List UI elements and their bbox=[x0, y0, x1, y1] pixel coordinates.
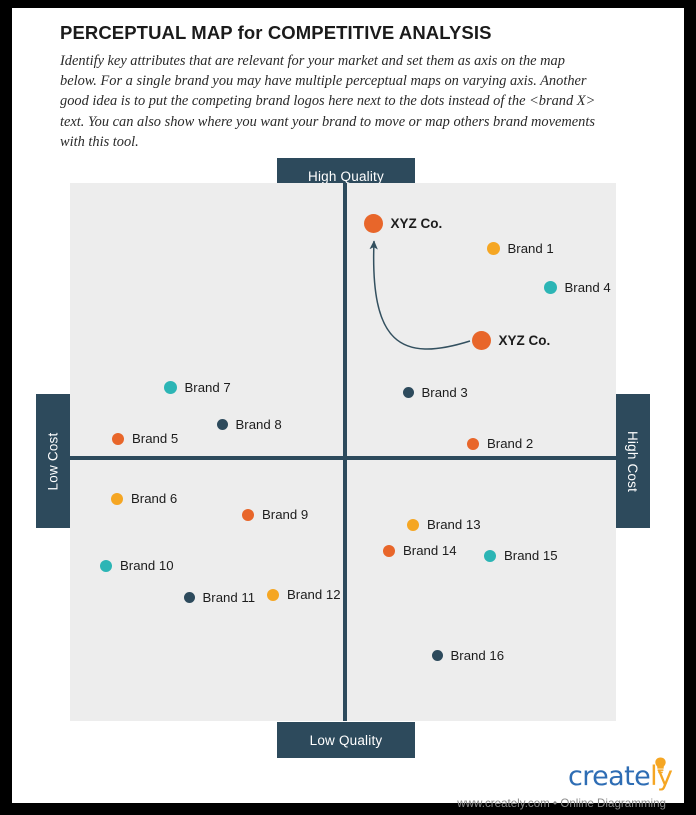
data-point-marker bbox=[163, 380, 177, 394]
axis-label-low-quality: Low Quality bbox=[277, 722, 415, 758]
data-point[interactable]: Brand 9 bbox=[242, 507, 308, 522]
data-point-marker bbox=[100, 559, 112, 572]
axis-label-high-cost-text: High Cost bbox=[625, 430, 641, 492]
data-point-label: Brand 6 bbox=[131, 491, 178, 506]
data-point-marker bbox=[242, 508, 254, 521]
axis-label-low-cost-text: Low Cost bbox=[45, 432, 61, 490]
data-point-marker bbox=[431, 649, 443, 661]
header: PERCEPTUAL MAP for COMPETITIVE ANALYSIS … bbox=[60, 22, 646, 152]
page-title: PERCEPTUAL MAP for COMPETITIVE ANALYSIS bbox=[60, 22, 492, 43]
data-point[interactable]: Brand 15 bbox=[484, 548, 558, 563]
data-point-marker bbox=[407, 518, 419, 531]
axis-label-low-cost: Low Cost bbox=[36, 394, 70, 528]
data-point-marker bbox=[363, 213, 383, 233]
data-point-marker bbox=[183, 591, 195, 603]
vertical-axis bbox=[343, 183, 347, 721]
data-point-label: Brand 15 bbox=[504, 548, 558, 563]
data-point-marker bbox=[484, 549, 496, 562]
data-point-marker bbox=[402, 386, 414, 398]
data-point-label: Brand 8 bbox=[235, 416, 282, 432]
data-point[interactable]: Brand 14 bbox=[383, 543, 457, 558]
data-point-label: Brand 10 bbox=[120, 558, 174, 573]
page-description: Identify key attributes that are relevan… bbox=[60, 53, 596, 150]
axis-label-high-quality-text: High Quality bbox=[308, 168, 384, 184]
data-point-label: XYZ Co. bbox=[498, 332, 551, 348]
data-point[interactable]: Brand 8 bbox=[216, 416, 282, 432]
data-point-marker bbox=[471, 330, 491, 350]
data-point-marker bbox=[467, 437, 479, 450]
data-point-marker bbox=[486, 241, 500, 255]
data-point-label: Brand 3 bbox=[421, 384, 468, 400]
data-point-label: Brand 13 bbox=[427, 517, 481, 532]
data-point[interactable]: Brand 12 bbox=[267, 587, 341, 602]
data-point-label: Brand 16 bbox=[450, 647, 505, 663]
data-point-label: Brand 1 bbox=[507, 240, 554, 256]
data-point-marker bbox=[111, 492, 123, 505]
data-point[interactable]: Brand 6 bbox=[111, 491, 177, 506]
poster-frame: PERCEPTUAL MAP for COMPETITIVE ANALYSIS … bbox=[0, 0, 696, 815]
data-point-label: Brand 14 bbox=[403, 543, 457, 558]
logo-text-create: create bbox=[568, 761, 651, 792]
data-point-label: Brand 12 bbox=[287, 587, 341, 602]
data-point-label: Brand 7 bbox=[184, 379, 231, 395]
data-point[interactable]: Brand 11 bbox=[183, 589, 256, 605]
data-point[interactable]: XYZ Co. bbox=[363, 213, 443, 233]
creately-wordmark: creately bbox=[568, 761, 673, 792]
data-point-label: Brand 4 bbox=[564, 279, 611, 295]
data-point[interactable]: XYZ Co. bbox=[471, 330, 551, 350]
data-point-marker bbox=[543, 280, 557, 294]
data-point-label: Brand 5 bbox=[132, 431, 179, 446]
axis-label-high-cost: High Cost bbox=[616, 394, 650, 528]
data-point-marker bbox=[112, 432, 124, 445]
data-point[interactable]: Brand 2 bbox=[467, 436, 533, 451]
creately-logo: creately bbox=[568, 757, 686, 793]
data-point-marker bbox=[216, 418, 228, 430]
data-point[interactable]: Brand 7 bbox=[163, 379, 231, 395]
data-point[interactable]: Brand 13 bbox=[407, 517, 481, 532]
horizontal-axis bbox=[70, 456, 616, 460]
data-point-marker bbox=[383, 544, 395, 557]
data-point[interactable]: Brand 1 bbox=[486, 240, 554, 256]
data-point[interactable]: Brand 3 bbox=[402, 384, 468, 400]
perceptual-map-plot: XYZ Co. Brand 1 Brand 4 XYZ Co. Brand 3 Brand… bbox=[70, 183, 616, 721]
data-point-label: Brand 11 bbox=[202, 589, 256, 605]
data-point-label: Brand 9 bbox=[262, 507, 309, 522]
data-point[interactable]: Brand 10 bbox=[100, 558, 174, 573]
data-point-label: XYZ Co. bbox=[390, 215, 443, 231]
data-point-label: Brand 2 bbox=[487, 436, 534, 451]
logo-text-ly: ly bbox=[650, 761, 673, 792]
data-point[interactable]: Brand 16 bbox=[431, 647, 505, 663]
footer-tagline: www.creately.com • Online Diagramming bbox=[457, 797, 666, 810]
axis-label-low-quality-text: Low Quality bbox=[309, 732, 383, 748]
poster-card: PERCEPTUAL MAP for COMPETITIVE ANALYSIS … bbox=[12, 8, 686, 810]
data-point-marker bbox=[267, 588, 279, 601]
data-point[interactable]: Brand 4 bbox=[543, 279, 611, 295]
data-point[interactable]: Brand 5 bbox=[112, 431, 178, 446]
